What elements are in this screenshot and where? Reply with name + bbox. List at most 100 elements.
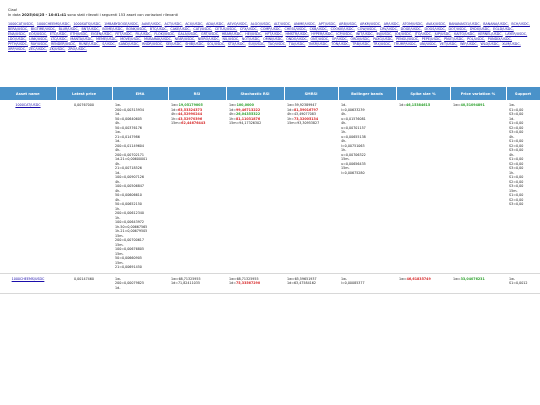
asset-link[interactable]: CKB/USDC,: [310, 27, 328, 31]
asset-link[interactable]: ACX/USDC,: [185, 22, 203, 26]
asset-link[interactable]: SOL/USDC,: [207, 42, 225, 46]
asset-link[interactable]: PENGU/USDC,: [396, 37, 419, 41]
asset-link[interactable]: HYPER/USDC,: [311, 32, 333, 36]
asset-name-link[interactable]: 1000CAT/USDC: [15, 103, 40, 107]
asset-link[interactable]: PYTH/USDC,: [8, 42, 28, 46]
asset-link[interactable]: OP/USDC,: [332, 37, 348, 41]
asset-link[interactable]: GRT/USDC,: [201, 32, 219, 36]
asset-link[interactable]: SHIB/USDC,: [185, 42, 204, 46]
asset-link[interactable]: ETH/USDC,: [70, 32, 88, 36]
asset-link[interactable]: AVAX/USDC,: [426, 22, 446, 26]
asset-link[interactable]: PEPE/USDC,: [422, 37, 442, 41]
asset-link[interactable]: JTO/USDC,: [415, 32, 432, 36]
asset-link[interactable]: RAY/USDC,: [31, 42, 49, 46]
asset-link[interactable]: NOT/USDC,: [242, 37, 261, 41]
asset-link[interactable]: S/USDC,: [102, 42, 116, 46]
asset-link[interactable]: NEIRO/USDC,: [198, 37, 220, 41]
asset-link[interactable]: ACT/USDC,: [165, 22, 183, 26]
asset-link[interactable]: ETC/USDC,: [50, 32, 68, 36]
asset-link[interactable]: GALA/USDC,: [178, 32, 198, 36]
asset-link[interactable]: BANANA/USDC,: [483, 22, 508, 26]
asset-link[interactable]: ONT/USDC,: [311, 37, 330, 41]
asset-link[interactable]: ADA/USDC,: [206, 22, 225, 26]
asset-link[interactable]: COMP/USDC,: [261, 27, 282, 31]
asset-link[interactable]: MOVE/USDC,: [120, 37, 141, 41]
asset-link[interactable]: BCH/USDC,: [511, 22, 530, 26]
asset-link[interactable]: MUBARAK/USDC,: [144, 37, 172, 41]
asset-link[interactable]: BIGTIME/USDC,: [31, 27, 56, 31]
asset-link[interactable]: AR/USDC,: [384, 22, 400, 26]
asset-link[interactable]: ARB/USDC,: [339, 22, 357, 26]
asset-link[interactable]: BONK/USDC,: [126, 27, 147, 31]
asset-link[interactable]: HFT/USDC,: [265, 32, 283, 36]
asset-link[interactable]: CETUS/USDC,: [215, 27, 237, 31]
asset-link[interactable]: LAYER/USDC,: [505, 32, 527, 36]
asset-link[interactable]: DYDX/USDC,: [470, 27, 491, 31]
asset-link[interactable]: HMSTR/USDC,: [285, 32, 308, 36]
asset-link[interactable]: BANANAS31/USDC,: [449, 22, 481, 26]
asset-link[interactable]: 1000CAT/USDC,: [8, 22, 34, 26]
asset-link[interactable]: ICP/USDC,: [336, 32, 353, 36]
asset-link[interactable]: BOME/USDC,: [102, 27, 123, 31]
asset-link[interactable]: ENA/USDC,: [8, 32, 26, 36]
asset-link[interactable]: VET/USDC,: [440, 42, 458, 46]
asset-link[interactable]: LTC/USDC,: [51, 37, 68, 41]
asset-link[interactable]: TNSR/USDC,: [308, 42, 328, 46]
asset-link[interactable]: NEAR/USDC,: [175, 37, 196, 41]
asset-link[interactable]: FET/USDC,: [115, 32, 133, 36]
asset-link[interactable]: NIL/USDC,: [222, 37, 239, 41]
asset-link[interactable]: CRV/USDC,: [380, 27, 398, 31]
asset-link[interactable]: MANTA/USDC,: [70, 37, 93, 41]
asset-link[interactable]: RNDR/USDC,: [142, 42, 163, 46]
asset-link[interactable]: SAND/USDC,: [119, 42, 140, 46]
asset-link[interactable]: HEI/USDC,: [245, 32, 262, 36]
asset-link[interactable]: KAITO/USDC,: [454, 32, 475, 36]
asset-link[interactable]: BNT/USDC,: [81, 27, 99, 31]
asset-link[interactable]: HBAR/USDC,: [222, 32, 243, 36]
asset-link[interactable]: ZRO/USDC,: [68, 47, 87, 51]
asset-link[interactable]: OMNI/USDC,: [263, 37, 283, 41]
asset-link[interactable]: BERA/USDC,: [8, 27, 28, 31]
asset-link[interactable]: INJ/USDC,: [376, 32, 392, 36]
asset-name-link[interactable]: 1000CHEEMS/USDC: [12, 277, 45, 281]
asset-link[interactable]: ALGO/USDC,: [251, 22, 272, 26]
asset-link[interactable]: CHESS/USDC,: [284, 27, 307, 31]
asset-link[interactable]: SEI/USDC,: [166, 42, 183, 46]
asset-link[interactable]: APT/USDC,: [319, 22, 337, 26]
asset-link[interactable]: CATI/USDC,: [193, 27, 212, 31]
asset-link[interactable]: STX/USDC,: [228, 42, 246, 46]
asset-link[interactable]: CAKE/USDC,: [170, 27, 190, 31]
asset-link[interactable]: MEME/USDC,: [96, 37, 117, 41]
asset-link[interactable]: INIT/USDC,: [356, 32, 374, 36]
asset-link[interactable]: SUI/USDC,: [248, 42, 265, 46]
asset-link[interactable]: PNUT/USDC,: [444, 37, 464, 41]
asset-link[interactable]: JUP/USDC,: [435, 32, 452, 36]
asset-link[interactable]: TON/USDC,: [331, 42, 350, 46]
asset-link[interactable]: WLD/USDC,: [480, 42, 499, 46]
asset-link[interactable]: BLUR/USDC,: [59, 27, 79, 31]
asset-link[interactable]: EOS/USDC,: [29, 32, 47, 36]
asset-link[interactable]: 1000CHEEMS/USDC,: [37, 22, 71, 26]
asset-link[interactable]: DOGE/USDC,: [401, 27, 422, 31]
asset-link[interactable]: ORDI/USDC,: [351, 37, 371, 41]
asset-link[interactable]: DOT/USDC,: [449, 27, 468, 31]
asset-link[interactable]: XLM/USDC,: [502, 42, 520, 46]
asset-link[interactable]: LDO/USDC,: [8, 37, 26, 41]
asset-link[interactable]: ZEC/USDC,: [29, 47, 47, 51]
asset-link[interactable]: 1MBABYDOGE/USDC,: [104, 22, 139, 26]
asset-link[interactable]: BTC/USDC,: [150, 27, 168, 31]
asset-link[interactable]: XRP/USDC,: [8, 47, 26, 51]
asset-link[interactable]: COW/USDC,: [357, 27, 377, 31]
asset-link[interactable]: CFX/USDC,: [240, 27, 258, 31]
asset-link[interactable]: AEVO/USDC,: [227, 22, 248, 26]
asset-link[interactable]: KERNEL/USDC,: [478, 32, 502, 36]
asset-link[interactable]: PAXG/USDC,: [373, 37, 393, 41]
asset-link[interactable]: TIA/USDC,: [289, 42, 306, 46]
asset-link[interactable]: ZK/USDC,: [50, 47, 66, 51]
asset-link[interactable]: ARKM/USDC,: [360, 22, 381, 26]
asset-link[interactable]: ALT/USDC,: [274, 22, 291, 26]
asset-link[interactable]: ANIME/USDC,: [294, 22, 316, 26]
asset-link[interactable]: TRB/USDC,: [352, 42, 370, 46]
asset-link[interactable]: TRUMP/USDC,: [394, 42, 417, 46]
asset-link[interactable]: EIGEN/USDC,: [91, 32, 113, 36]
